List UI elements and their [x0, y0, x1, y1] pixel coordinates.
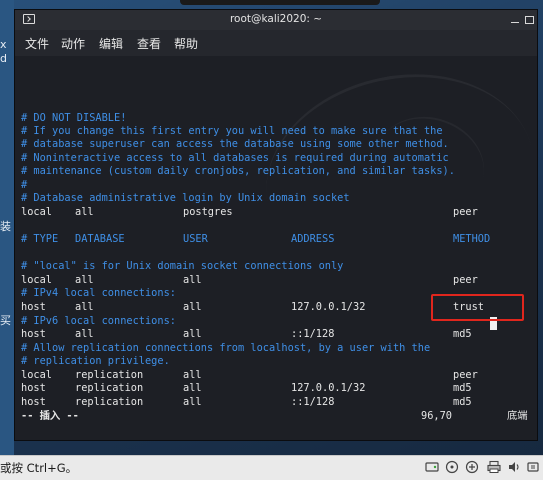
menu-action[interactable]: 动作 [61, 35, 85, 52]
field-type: local [21, 274, 52, 286]
insert-mode-indicator: -- 插入 -- [21, 410, 79, 422]
config-comment: # Allow replication connections from loc… [21, 342, 431, 354]
field-database: all [75, 328, 94, 340]
speaker-icon[interactable] [507, 460, 521, 474]
scroll-position: 底端 [507, 410, 528, 422]
field-address: ::1/128 [291, 396, 335, 408]
menu-bar: 文件 动作 编辑 查看 帮助 [15, 30, 537, 56]
field-database: replication [75, 396, 144, 408]
field-method: md5 [453, 396, 472, 408]
field-type: host [21, 301, 46, 313]
header-database: DATABASE [75, 233, 125, 245]
cursor-position: 96,70 [421, 410, 452, 422]
hard-disk-icon[interactable] [425, 460, 439, 474]
config-comment: # "local" is for Unix domain socket conn… [21, 260, 344, 272]
menu-help[interactable]: 帮助 [174, 35, 198, 52]
config-comment: # DO NOT DISABLE! [21, 112, 127, 124]
field-user: postgres [183, 206, 233, 218]
field-user: all [183, 369, 202, 381]
field-database: replication [75, 369, 144, 381]
config-row-admin: local all postgres peer [21, 206, 478, 219]
field-user: all [183, 274, 202, 286]
config-comment: # Database administrative login by Unix … [21, 192, 350, 204]
config-comment: # database superuser can access the data… [21, 138, 449, 150]
trust-highlight-box [431, 294, 524, 321]
config-row-ipv6: host all all ::1/128 md5 [21, 328, 472, 341]
menu-file[interactable]: 文件 [25, 35, 49, 52]
menu-edit[interactable]: 编辑 [99, 35, 123, 52]
desktop-label: 买 [0, 314, 11, 327]
field-method: peer [453, 274, 478, 286]
field-method: peer [453, 206, 478, 218]
terminal-screen[interactable]: # DO NOT DISABLE! # If you change this f… [15, 56, 537, 440]
field-type: local [21, 369, 52, 381]
config-comment: # replication privilege. [21, 355, 170, 367]
config-comment: # [21, 179, 28, 191]
field-database: all [75, 206, 94, 218]
network-icon[interactable] [465, 460, 479, 474]
config-row-replication: host replication all 127.0.0.1/32 md5 [21, 382, 472, 395]
printer-icon[interactable] [487, 460, 501, 474]
header-type: # TYPE [21, 233, 59, 245]
config-comment: # Noninteractive access to all databases… [21, 152, 449, 164]
optical-drive-icon[interactable] [445, 460, 459, 474]
field-address: 127.0.0.1/32 [291, 301, 366, 313]
field-method: md5 [453, 328, 472, 340]
desktop-label: d [0, 52, 7, 65]
header-user: USER [183, 233, 208, 245]
field-address: 127.0.0.1/32 [291, 382, 366, 394]
field-address: ::1/128 [291, 328, 335, 340]
device-icon[interactable] [527, 460, 541, 474]
config-header: # TYPE DATABASE USER ADDRESS METHOD [21, 233, 490, 246]
vim-status-line: -- 插入 -- 96,70 底端 [21, 410, 528, 423]
field-database: all [75, 274, 94, 286]
config-comment: # maintenance (custom daily cronjobs, re… [21, 165, 455, 177]
title-bar[interactable]: root@kali2020: ~ [15, 10, 537, 30]
field-user: all [183, 382, 202, 394]
config-comment: # If you change this first entry you wil… [21, 125, 443, 137]
field-type: local [21, 206, 52, 218]
vm-status-bar: 或按 Ctrl+G。 [0, 455, 543, 480]
field-type: host [21, 328, 46, 340]
field-type: host [21, 396, 46, 408]
field-method: md5 [453, 382, 472, 394]
minimize-button[interactable] [510, 16, 520, 25]
config-row-replication: local replication all peer [21, 369, 478, 382]
field-user: all [183, 328, 202, 340]
field-database: all [75, 301, 94, 313]
menu-view[interactable]: 查看 [137, 35, 161, 52]
window-title: root@kali2020: ~ [229, 13, 323, 25]
config-row-ipv4: host all all 127.0.0.1/32 trust [21, 301, 484, 314]
field-database: replication [75, 382, 144, 394]
maximize-button[interactable] [525, 16, 534, 24]
header-address: ADDRESS [291, 233, 335, 245]
host-top-bar [180, 0, 380, 5]
desktop-label: x [0, 38, 7, 51]
header-method: METHOD [453, 233, 491, 245]
config-row-local: local all all peer [21, 274, 478, 287]
field-method: peer [453, 369, 478, 381]
config-comment: # IPv6 local connections: [21, 315, 176, 327]
field-user: all [183, 396, 202, 408]
field-type: host [21, 382, 46, 394]
desktop-label: 装 [0, 220, 11, 233]
terminal-window[interactable]: root@kali2020: ~ 文件 动作 编辑 查看 帮助 # DO NOT… [14, 9, 538, 441]
field-user: all [183, 301, 202, 313]
status-hint: 或按 Ctrl+G。 [0, 461, 78, 475]
config-row-replication: host replication all ::1/128 md5 [21, 396, 472, 409]
config-comment: # IPv4 local connections: [21, 287, 176, 299]
